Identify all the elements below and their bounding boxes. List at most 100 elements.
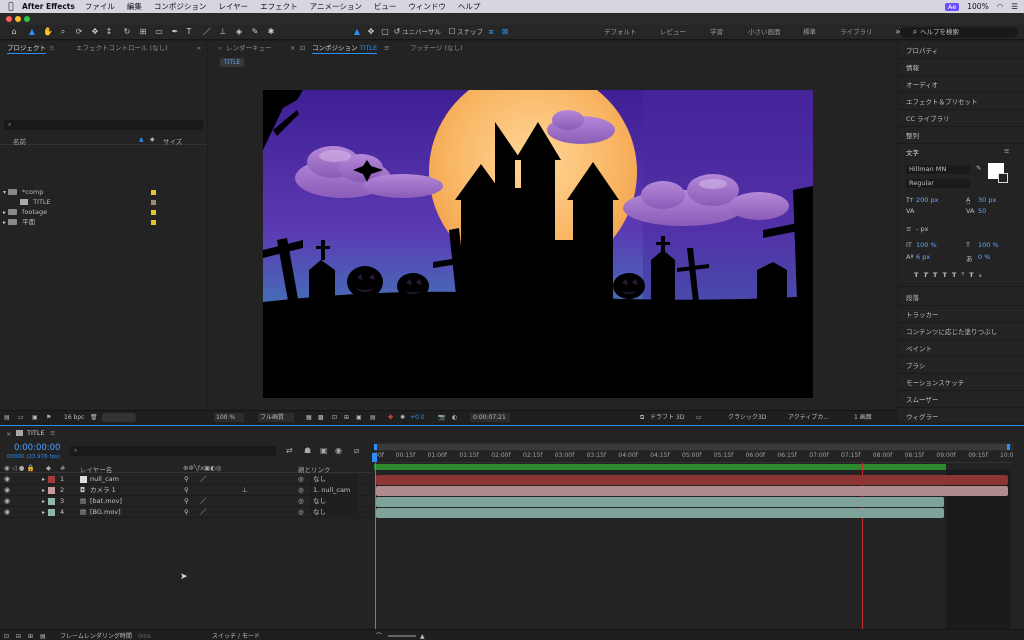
menu-effect[interactable]: エフェクト — [260, 1, 298, 12]
3d-layer-icon[interactable]: ⊥ — [242, 485, 248, 496]
panel-paint[interactable]: ペイント — [906, 343, 932, 353]
snapshot-icon[interactable]: 📷 — [438, 413, 445, 422]
panel-info[interactable]: 情報 — [906, 62, 919, 72]
snap-label[interactable]: スナップ — [457, 27, 483, 38]
region-of-interest-icon[interactable]: ▦ — [306, 413, 312, 422]
control-center-icon[interactable]: ☰ — [1011, 2, 1018, 11]
motion-blur-icon[interactable]: ◉ — [335, 446, 342, 455]
tab-render-queue[interactable]: レンダーキュー — [226, 41, 272, 55]
close-tab-icon[interactable]: × — [290, 41, 295, 55]
apple-icon[interactable]:  — [0, 2, 22, 12]
show-snapshot-icon[interactable]: ◐ — [452, 413, 457, 422]
project-item-title-comp[interactable]: TITLE — [0, 197, 207, 207]
disclosure-closed-icon[interactable]: ▸ — [3, 219, 6, 226]
workspace-default[interactable]: デフォルト — [604, 27, 637, 38]
menu-animation[interactable]: アニメーション — [310, 1, 362, 12]
shy-switch-icon[interactable]: ⚲ — [184, 485, 189, 496]
comp-mini-flowchart-icon[interactable]: ⇄ — [286, 446, 293, 455]
layer-row-2[interactable]: ◉ ▸ 2 ◘ カメラ 1 ⚲ ⊥ ◎ 1. null_cam — [0, 485, 372, 496]
layer-search-input[interactable]: ⌕ — [70, 446, 276, 456]
label-column-icon[interactable]: ◆ — [150, 136, 155, 143]
playhead-icon[interactable] — [372, 453, 377, 462]
selection-tool-2-icon[interactable]: ▲ — [352, 27, 362, 37]
pickwhip-icon[interactable]: ◎ — [298, 474, 304, 485]
rotate-tool-icon[interactable]: ↻ — [122, 27, 132, 37]
disclosure-closed-icon[interactable]: ▸ — [42, 474, 45, 485]
time-ruler[interactable]: 00f 00:15f 01:00f 01:15f 02:00f 02:15f 03:00f 0… — [374, 451, 1014, 463]
menu-edit[interactable]: 編集 — [127, 1, 142, 12]
workspace-libraries[interactable]: ライブラリ — [840, 27, 873, 38]
color-channel-icon[interactable]: ✤ — [388, 413, 393, 422]
work-area-bar[interactable] — [374, 464, 946, 470]
roto-tool-icon[interactable]: ✎ — [250, 27, 260, 37]
menu-view[interactable]: ビュー — [374, 1, 397, 12]
project-search-input[interactable]: ⌕ — [4, 120, 203, 130]
panel-align[interactable]: 整列 — [906, 130, 919, 140]
panel-wiggler[interactable]: ウィグラー — [906, 411, 939, 421]
shy-layers-icon[interactable]: ☗ — [304, 446, 311, 455]
workspace-small-screen[interactable]: 小さい画面 — [748, 27, 781, 38]
time-navigator-handle[interactable] — [374, 444, 1010, 450]
visibility-eye-icon[interactable]: ◉ — [4, 498, 11, 505]
panel-content-aware-fill[interactable]: コンテンツに応じた塗りつぶし — [906, 326, 997, 336]
panel-expand-icon[interactable]: » — [197, 41, 201, 55]
panel-cc-libraries[interactable]: CC ライブラリ — [906, 113, 950, 123]
draft-3d-toggle[interactable]: ドラフト 3D — [650, 413, 684, 422]
resolution-select[interactable]: フル画質 — [258, 413, 294, 422]
home-icon[interactable]: ⌂ — [9, 27, 19, 37]
layer-name[interactable]: null_cam — [90, 474, 119, 485]
layer-row-1[interactable]: ◉ ▸ 1 null_cam ⚲ ／ ◎ なし — [0, 474, 372, 485]
move-tool-icon[interactable]: ✥ — [366, 27, 376, 37]
layer-label-color[interactable] — [48, 509, 55, 516]
menu-layer[interactable]: レイヤー — [218, 1, 248, 12]
rectangle-tool-icon[interactable]: ▭ — [154, 27, 164, 37]
type-tool-icon[interactable]: T — [184, 27, 194, 37]
shy-switch-icon[interactable]: ⚲ — [184, 474, 189, 485]
disclosure-closed-icon[interactable]: ▸ — [42, 496, 45, 507]
visibility-eye-icon[interactable]: ◉ — [4, 487, 11, 494]
menu-help[interactable]: ヘルプ — [458, 1, 481, 12]
new-folder-icon[interactable]: ▭ — [18, 413, 24, 422]
snap-options-icon[interactable]: ⧈ — [486, 27, 496, 37]
disclosure-closed-icon[interactable]: ▸ — [42, 485, 45, 496]
panel-audio[interactable]: オーディオ — [906, 79, 938, 89]
current-time-field[interactable]: 0:00:07:21 — [470, 413, 510, 422]
mask-path-icon[interactable]: ▣ — [356, 413, 362, 422]
menu-window[interactable]: ウィンドウ — [408, 1, 446, 12]
lock-icon[interactable]: ⊡ — [300, 41, 305, 55]
composition-viewer[interactable] — [263, 90, 813, 398]
panel-brushes[interactable]: ブラシ — [906, 360, 925, 370]
shy-switch-icon[interactable]: ⚲ — [184, 507, 189, 518]
layer-name[interactable]: [bat.mov] — [90, 496, 122, 507]
workspace-standard[interactable]: 標準 — [803, 27, 816, 38]
shy-switch-icon[interactable]: ⚲ — [184, 496, 189, 507]
panel-smoother[interactable]: スムーザー — [906, 394, 938, 404]
pan-tool-icon[interactable]: ✥ — [90, 27, 100, 37]
anchor-tool-icon[interactable]: ⊞ — [138, 27, 148, 37]
panel-tracker[interactable]: トラッカー — [906, 309, 939, 319]
trash-icon[interactable]: 🗑 — [90, 413, 98, 422]
zoom-window-button[interactable] — [24, 16, 30, 22]
guides-icon[interactable]: ⊞ — [344, 413, 349, 422]
layer-row-4[interactable]: ◉ ▸ 4 ▤ [BG.mov] ⚲ ／ ◎ なし — [0, 507, 372, 518]
frame-blending-icon[interactable]: ▣ — [320, 446, 328, 455]
column-name[interactable]: 名前 — [13, 136, 26, 146]
disclosure-closed-icon[interactable]: ▸ — [3, 209, 6, 216]
pen-tool-icon[interactable]: ✒ — [170, 27, 180, 37]
leading-value[interactable]: 30 px — [978, 196, 996, 204]
stroke-color-swatch[interactable] — [998, 173, 1008, 183]
current-time-display[interactable]: 0:00:00:00 — [14, 443, 60, 453]
extended-viewer-icon[interactable]: ▭ — [696, 413, 702, 422]
project-scrollbar[interactable] — [102, 413, 136, 422]
font-size-value[interactable]: 200 px — [916, 196, 938, 204]
toggle-transfer-icon[interactable]: ⊟ — [16, 632, 21, 640]
layer-label-color[interactable] — [48, 476, 55, 483]
rotate-3d-icon[interactable]: ↺ — [392, 27, 402, 37]
eyedropper-icon[interactable]: ✎ — [976, 164, 981, 172]
pickwhip-icon[interactable]: ◎ — [298, 496, 304, 507]
selection-tool-icon[interactable]: ▲ — [27, 27, 37, 37]
close-window-button[interactable] — [6, 16, 12, 22]
transparency-grid-icon[interactable]: ▩ — [318, 413, 324, 422]
new-comp-icon[interactable]: ▣ — [32, 413, 38, 422]
parent-select[interactable]: なし — [310, 496, 358, 507]
